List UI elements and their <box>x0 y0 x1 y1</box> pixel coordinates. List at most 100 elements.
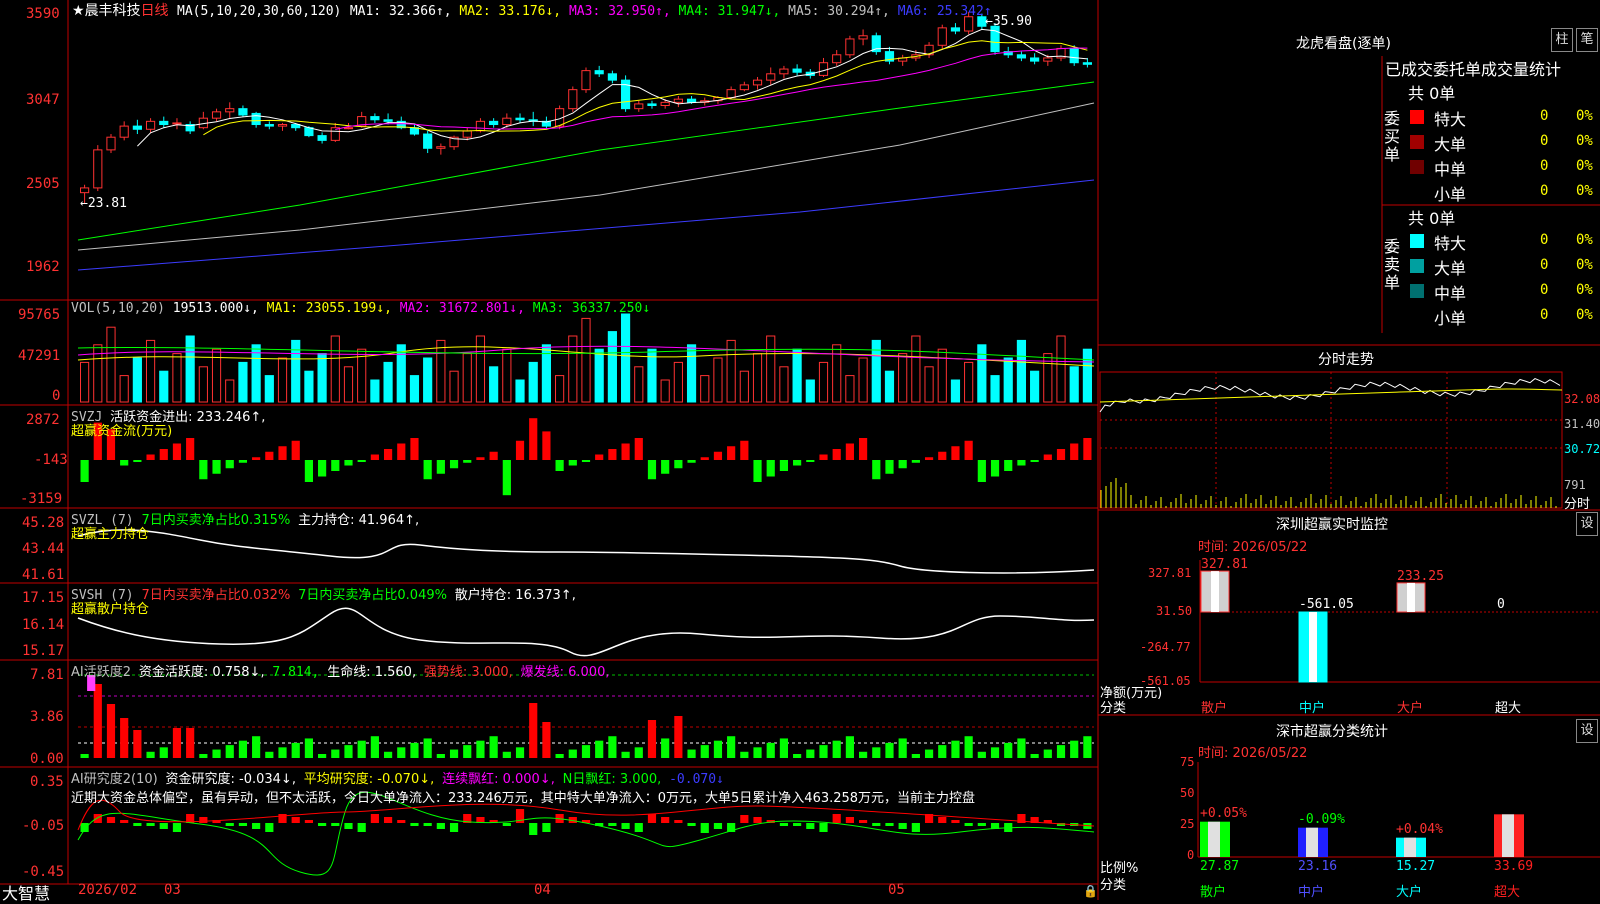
svzl-sub: 超赢主力持仓 <box>71 527 150 542</box>
research-bar <box>529 823 538 835</box>
buy-row-value: 0 <box>1540 108 1549 124</box>
svzj-bar <box>793 460 802 466</box>
tick-mode-button[interactable]: 笔 <box>1576 28 1598 52</box>
lock-icon[interactable]: 🔒 <box>1083 884 1098 898</box>
research-label: AI研究度2(10) <box>71 772 158 787</box>
research-bar <box>436 823 445 829</box>
svsh-line <box>77 607 1095 657</box>
volume-bar <box>462 353 472 403</box>
candle-body <box>462 130 472 138</box>
candle-body <box>502 117 512 126</box>
candle-body <box>132 125 142 130</box>
cls-axis-2: 50 <box>1180 786 1195 800</box>
ai2-bar <box>859 751 868 758</box>
candle-body <box>858 35 868 40</box>
svzj-bar <box>212 460 221 474</box>
ai2-bar <box>489 736 498 758</box>
research-bar <box>621 823 630 829</box>
sz-class-chart <box>1197 762 1600 858</box>
research-bar <box>410 823 419 826</box>
svzl-line <box>77 529 1095 574</box>
research-axis-2: -0.05 <box>22 818 65 834</box>
ai2-bar <box>515 747 525 758</box>
svzj-bar <box>357 460 366 462</box>
volume-bar <box>898 353 908 403</box>
research-axis-3: -0.45 <box>22 864 65 880</box>
ai2-bar <box>212 749 221 758</box>
stock-name[interactable]: 晨丰科技 <box>85 3 141 19</box>
ai2-bar <box>93 684 102 758</box>
cls-category: 大户 <box>1396 885 1423 900</box>
research-bar <box>80 823 89 832</box>
svzj-bar <box>885 460 894 474</box>
ts-vol: 791 <box>1564 478 1586 492</box>
ai2-bar <box>199 754 208 758</box>
svzl-axis-2: 43.44 <box>22 541 65 557</box>
sz-class-settings-button[interactable]: 设 <box>1576 719 1598 743</box>
volume-bar <box>990 375 1000 403</box>
buy-row-value: 0 <box>1540 183 1549 199</box>
svzj-sub: 超赢资金流(万元) <box>71 424 173 439</box>
volume-bar <box>238 361 248 403</box>
volume-bar <box>304 370 314 403</box>
candle-body <box>225 108 235 113</box>
svzj-bar <box>859 438 868 460</box>
research-bar <box>898 823 907 829</box>
svsh-axis-2: 16.14 <box>22 617 65 633</box>
ts-price-1: 32.08 <box>1564 392 1600 406</box>
ai2-bar <box>977 751 986 758</box>
ai2-bar <box>727 736 736 758</box>
buy-row-label: 小单 <box>1434 185 1467 204</box>
sz-monitor-settings-button[interactable]: 设 <box>1576 512 1598 536</box>
research-bar <box>106 817 116 823</box>
volume-bar <box>423 357 433 403</box>
ai2-bar <box>106 704 116 758</box>
svzj-bar <box>898 460 907 469</box>
stock-terminal-canvas[interactable] <box>0 0 1600 900</box>
svzj-bar <box>634 438 643 460</box>
ai2-bar <box>661 738 670 758</box>
sell-swatch-1 <box>1410 259 1424 273</box>
sell-total: 共 0单 <box>1408 209 1456 228</box>
volume-bar <box>845 375 855 403</box>
ai2-bar <box>832 740 841 758</box>
ai2-bar <box>476 740 485 758</box>
period-label[interactable]: 日线 <box>141 3 169 19</box>
star-icon[interactable]: ★ <box>72 3 85 19</box>
svzj-axis-1: 2872 <box>26 412 60 428</box>
candle-body <box>119 125 129 138</box>
svzl-line <box>77 529 1095 574</box>
ai2-bar <box>819 745 828 758</box>
ai2-axis-1: 7.81 <box>30 667 64 683</box>
research-bar <box>383 817 393 823</box>
research-consecutive: 连续飘红: 0.000↓, <box>442 772 555 787</box>
bar-mode-button[interactable]: 柱 <box>1551 28 1573 52</box>
ai2-axis-2: 3.86 <box>30 709 64 725</box>
candle-body <box>594 70 604 75</box>
ma-line-5 <box>77 102 1095 251</box>
volume-bar <box>343 366 354 403</box>
research-bar <box>172 823 182 832</box>
ai2-bar <box>1056 745 1066 758</box>
research-bar <box>318 823 327 826</box>
ai2-bar <box>674 716 683 758</box>
buy-side-label: 委买单 <box>1384 109 1401 164</box>
ai2-bar <box>581 745 591 758</box>
ai2-bar <box>463 745 472 758</box>
buy-row-value: 0 <box>1540 133 1549 149</box>
svzj-bar <box>1030 460 1039 462</box>
research-bar <box>291 817 300 823</box>
svzj-bar <box>977 460 986 482</box>
brand-label[interactable]: 大智慧 <box>2 880 50 904</box>
research-bar <box>713 823 723 829</box>
svsh-sub: 超赢散户持仓 <box>71 602 150 617</box>
svzj-bar <box>542 431 551 460</box>
ai2-bar <box>397 747 406 758</box>
ai2-bar <box>1017 738 1026 758</box>
cls-axis-4: 0 <box>1187 848 1195 862</box>
volume-bar <box>766 335 776 403</box>
price-axis-2: 3047 <box>26 92 60 108</box>
ai2-bar <box>278 747 287 758</box>
ai2-bar <box>159 747 168 758</box>
svzj-bar <box>964 440 973 460</box>
